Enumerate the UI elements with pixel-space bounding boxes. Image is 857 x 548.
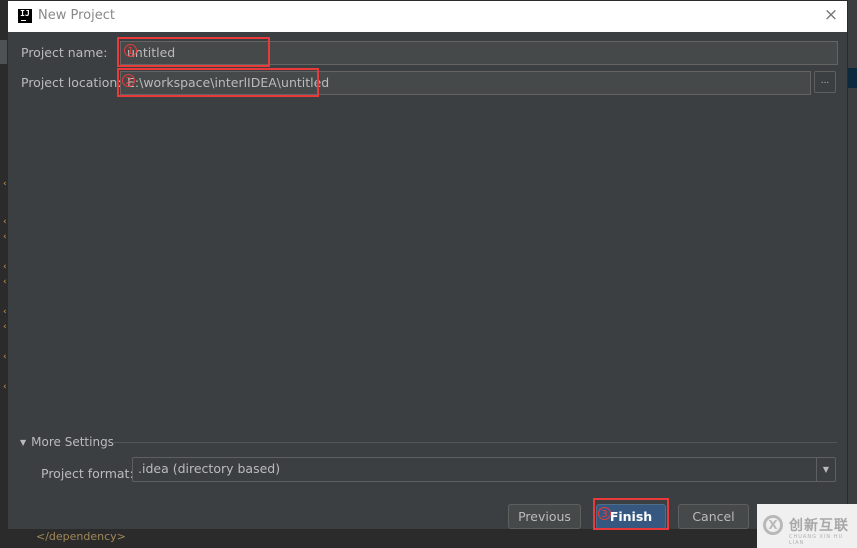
annotation-number-2: 2: [122, 74, 135, 87]
project-location-input[interactable]: E:\workspace\interlIDEA\untitled: [120, 71, 811, 95]
previous-button[interactable]: Previous: [508, 504, 581, 529]
more-settings-toggle[interactable]: ▼ More Settings: [20, 435, 114, 449]
expand-triangle-icon: ▼: [20, 438, 27, 447]
browse-button[interactable]: ...: [814, 71, 836, 93]
background-code-line: </dependency>: [36, 530, 126, 543]
dialog-title: New Project: [38, 8, 115, 23]
close-icon[interactable]: ×: [823, 7, 839, 24]
intellij-logo-icon: IJ: [18, 9, 32, 23]
project-format-value: .idea (directory based): [138, 461, 281, 476]
watermark-text: 创新互联: [789, 518, 849, 534]
annotation-number-3: 3: [598, 507, 611, 520]
annotation-number-1: 1: [124, 44, 137, 57]
cancel-button[interactable]: Cancel: [678, 504, 749, 529]
project-name-label-text: Project name:: [21, 45, 108, 60]
section-divider: [112, 442, 837, 443]
project-name-input[interactable]: untitled: [120, 41, 838, 65]
title-bar: IJ New Project ×: [8, 1, 847, 32]
project-location-label-text: Project location:: [21, 75, 122, 90]
project-format-dropdown[interactable]: .idea (directory based) ▼: [132, 457, 836, 482]
project-location-label: Project location:: [21, 75, 122, 90]
background-side-panel: [848, 0, 857, 548]
project-format-label: Project format:: [41, 466, 134, 481]
project-name-label: Project name:: [21, 45, 107, 60]
watermark-logo-icon: X: [763, 515, 783, 535]
watermark-subtext: CHUANG XIN HU LIAN: [789, 534, 844, 546]
watermark: X 创新互联 CHUANG XIN HU LIAN: [757, 504, 857, 548]
chevron-down-icon[interactable]: ▼: [816, 458, 835, 481]
more-settings-label: More Settings: [31, 435, 114, 449]
background-selected-item: [848, 68, 857, 88]
